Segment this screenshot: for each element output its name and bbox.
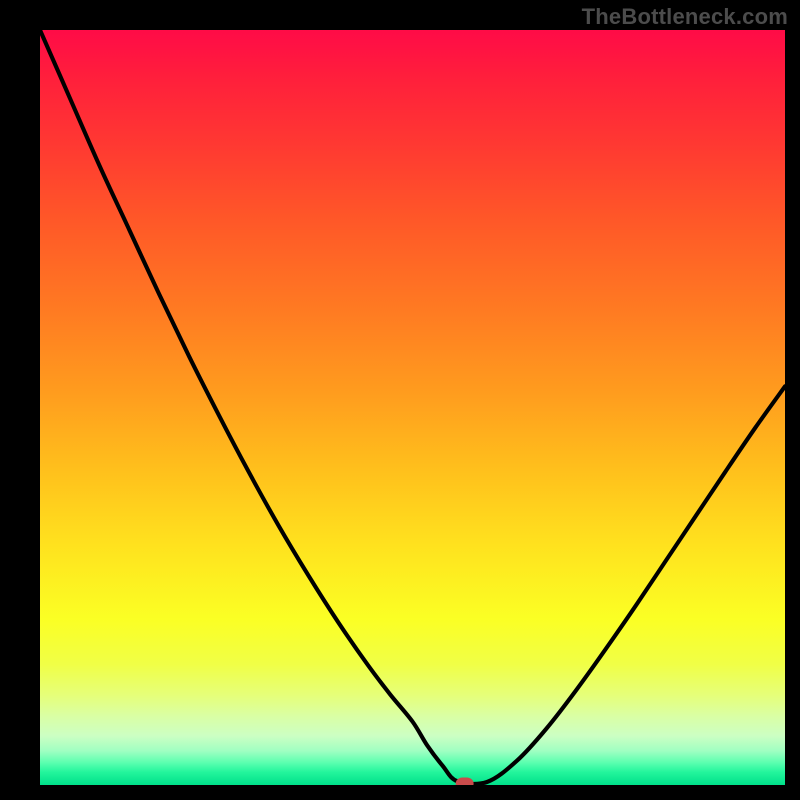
bottleneck-curve xyxy=(40,30,785,784)
watermark-label: TheBottleneck.com xyxy=(582,4,788,30)
plot-area xyxy=(40,30,785,785)
chart-svg xyxy=(40,30,785,785)
minimum-marker xyxy=(456,777,474,785)
chart-frame: TheBottleneck.com xyxy=(0,0,800,800)
